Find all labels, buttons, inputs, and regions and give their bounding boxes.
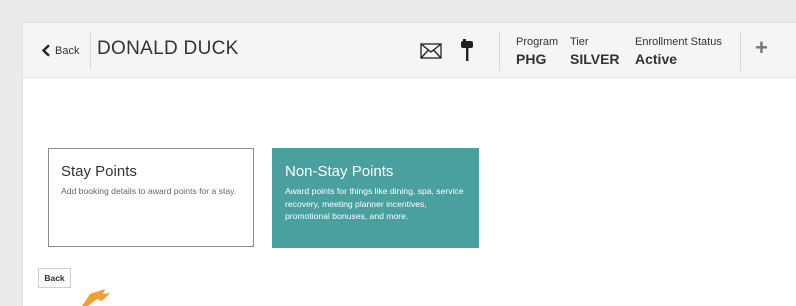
add-button[interactable]: + bbox=[755, 37, 768, 59]
enrollment-status-value: Active bbox=[635, 51, 678, 67]
header-divider bbox=[499, 31, 500, 71]
non-stay-points-description: Award points for things like dining, spa… bbox=[285, 186, 464, 221]
program-label: Program bbox=[516, 36, 559, 48]
enrollment-status-label: Enrollment Status bbox=[635, 36, 722, 48]
header-divider bbox=[90, 33, 91, 69]
stay-points-title: Stay Points bbox=[61, 163, 137, 180]
mailbox-icon[interactable] bbox=[460, 39, 474, 61]
header-back-link[interactable]: Back bbox=[41, 44, 79, 57]
mail-icon[interactable] bbox=[420, 43, 442, 59]
app-frame: Back DONALD DUCK Program PHG Tier SILVER… bbox=[22, 22, 796, 306]
non-stay-points-card[interactable]: Non-Stay Points Award points for things … bbox=[272, 148, 479, 248]
header-divider bbox=[740, 31, 741, 71]
member-header: Back DONALD DUCK Program PHG Tier SILVER… bbox=[23, 23, 796, 78]
program-value: PHG bbox=[516, 51, 547, 67]
chevron-left-icon bbox=[41, 44, 50, 57]
pointer-arrow-icon bbox=[82, 289, 110, 306]
stay-points-card[interactable]: Stay Points Add booking details to award… bbox=[48, 148, 254, 247]
header-back-label: Back bbox=[55, 44, 80, 57]
non-stay-points-title: Non-Stay Points bbox=[285, 163, 394, 180]
stay-points-description: Add booking details to award points for … bbox=[61, 186, 237, 196]
back-button[interactable]: Back bbox=[38, 268, 71, 288]
tier-value: SILVER bbox=[570, 51, 620, 67]
member-name: DONALD DUCK bbox=[97, 38, 239, 59]
tier-label: Tier bbox=[570, 36, 589, 48]
